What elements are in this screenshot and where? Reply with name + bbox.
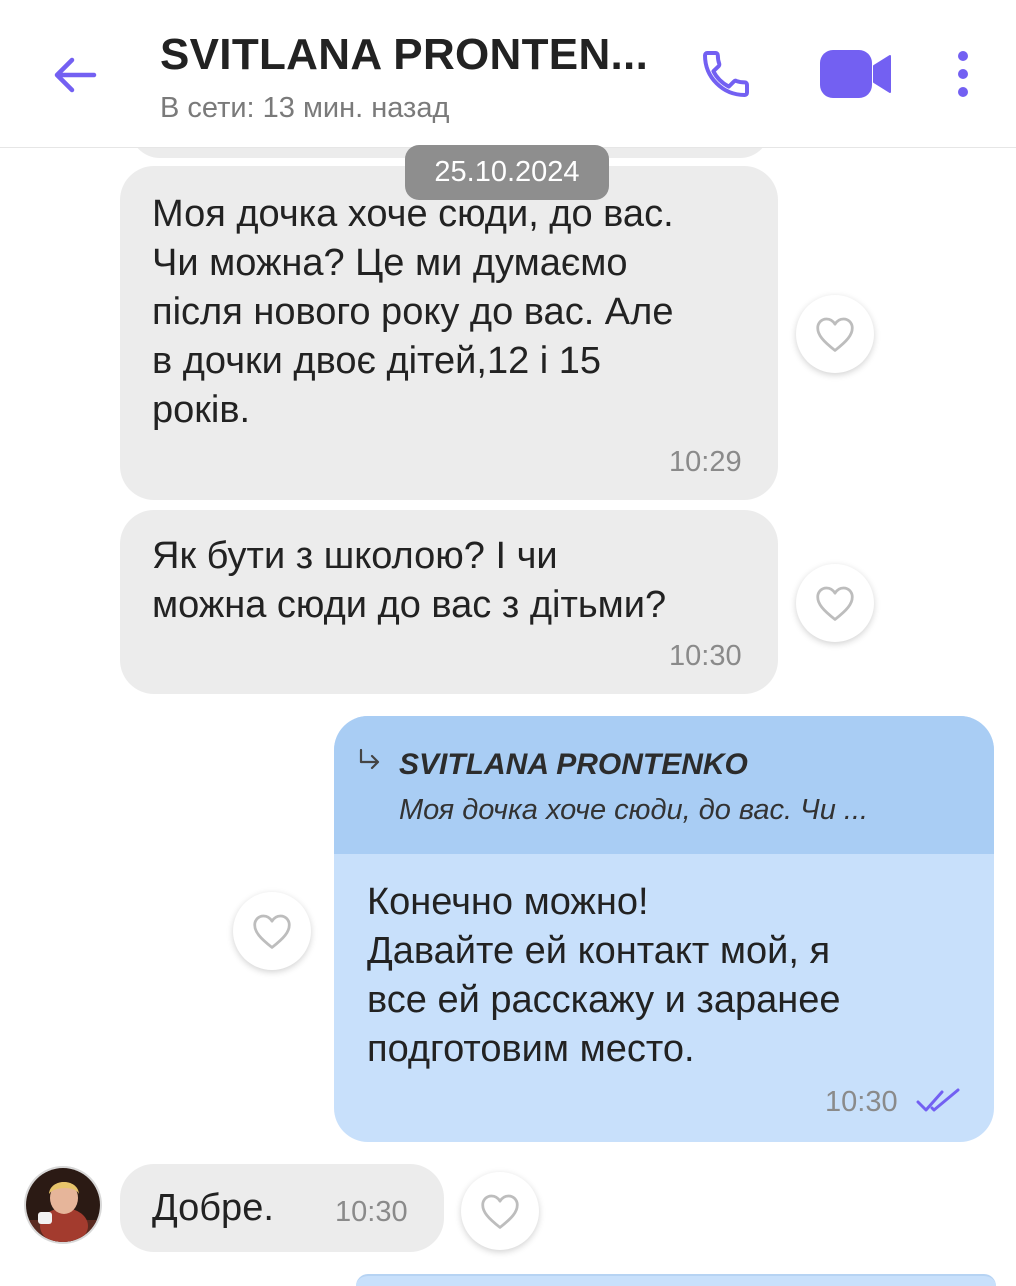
more-vertical-icon <box>958 51 968 97</box>
incoming-message[interactable]: Добре. 10:30 <box>120 1164 444 1252</box>
video-call-button[interactable] <box>818 48 894 100</box>
back-arrow-icon <box>54 57 97 93</box>
message-time: 10:30 <box>669 640 742 672</box>
double-check-icon <box>916 1088 960 1112</box>
heart-icon <box>816 317 854 352</box>
contact-name[interactable]: SVITLANA PRONTEN... <box>160 30 648 80</box>
more-options-button[interactable] <box>948 48 978 100</box>
phone-icon <box>703 51 749 97</box>
reply-quote-author: SVITLANA PRONTENKO <box>399 748 748 781</box>
message-time: 10:29 <box>669 446 742 478</box>
reply-arrow-icon <box>359 748 380 770</box>
chat-header: SVITLANA PRONTEN... В сети: 13 мин. наза… <box>0 0 1016 148</box>
date-separator: 25.10.2024 <box>405 145 609 200</box>
next-message-edge <box>356 1274 996 1286</box>
message-text: Як бути з школою? І чи можна сюди до вас… <box>152 535 667 626</box>
incoming-message[interactable]: Як бути з школою? І чи можна сюди до вас… <box>120 510 778 694</box>
like-button[interactable] <box>796 564 874 642</box>
outgoing-message[interactable]: SVITLANA PRONTENKO Моя дочка хоче сюди, … <box>334 716 994 1142</box>
like-button[interactable] <box>461 1172 539 1250</box>
message-text: Конечно можно! Давайте ей контакт мой, я… <box>367 881 841 1070</box>
incoming-message[interactable]: Моя дочка хоче сюди, до вас. Чи можна? Ц… <box>120 166 778 500</box>
avatar-photo <box>26 1168 100 1242</box>
heart-icon <box>253 914 291 949</box>
back-button[interactable] <box>50 50 100 100</box>
call-button[interactable] <box>698 46 754 102</box>
like-button[interactable] <box>796 295 874 373</box>
reply-quote[interactable]: SVITLANA PRONTENKO Моя дочка хоче сюди, … <box>334 716 994 854</box>
heart-icon <box>816 586 854 621</box>
message-time: 10:30 <box>825 1086 898 1118</box>
like-button[interactable] <box>233 892 311 970</box>
message-text: Моя дочка хоче сюди, до вас. Чи можна? Ц… <box>152 193 674 431</box>
avatar[interactable] <box>24 1166 102 1244</box>
reply-quote-text: Моя дочка хоче сюди, до вас. Чи ... <box>399 794 869 826</box>
message-time: 10:30 <box>335 1196 408 1228</box>
message-text: Добре. <box>152 1187 274 1229</box>
video-camera-icon <box>820 50 891 98</box>
last-seen-status: В сети: 13 мин. назад <box>160 92 450 124</box>
heart-icon <box>481 1194 519 1229</box>
